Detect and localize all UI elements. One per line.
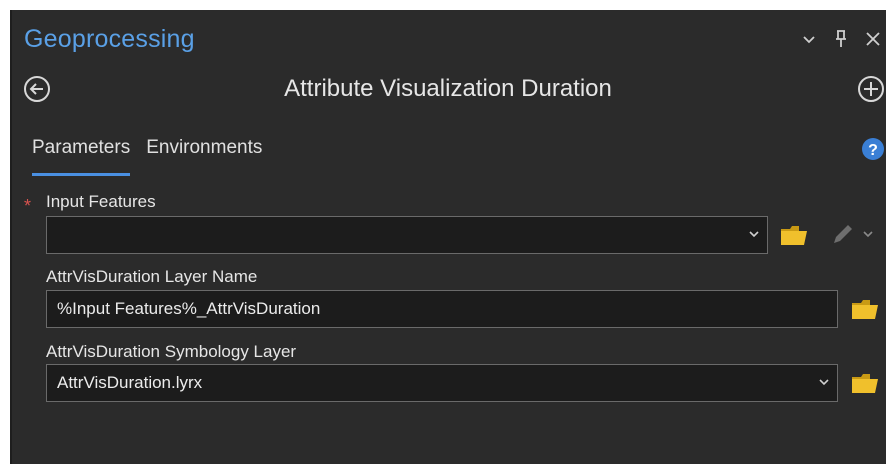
chevron-down-icon[interactable] [817,375,831,389]
svg-text:?: ? [868,142,878,159]
folder-icon[interactable] [850,371,880,395]
folder-icon[interactable] [850,297,880,321]
layer-name-input[interactable]: %Input Features%_AttrVisDuration [46,290,838,328]
tab-parameters[interactable]: Parameters [32,134,131,176]
window-controls [798,24,886,54]
help-circle-icon[interactable]: ? [860,136,886,162]
input-features-label: Input Features [46,192,156,211]
close-icon[interactable] [862,28,884,50]
add-circle-icon[interactable] [856,74,886,104]
pencil-icon[interactable] [828,223,876,247]
layer-name-value: %Input Features%_AttrVisDuration [57,299,321,318]
chevron-down-icon[interactable] [798,28,820,50]
pane-title: Geoprocessing [24,25,195,53]
screenshot-frame: Geoprocessing Attribute Visualization Du… [0,0,886,464]
tab-bar: Parameters Environments [32,134,262,176]
tab-environments[interactable]: Environments [146,134,262,170]
folder-icon[interactable] [779,223,809,247]
symbology-layer-combobox[interactable]: AttrVisDuration.lyrx [46,364,838,402]
symbology-layer-value: AttrVisDuration.lyrx [57,373,203,392]
symbology-layer-label: AttrVisDuration Symbology Layer [46,342,297,361]
chevron-down-icon[interactable] [747,227,761,241]
tool-title: Attribute Visualization Duration [284,75,612,102]
required-marker: * [24,196,32,216]
pin-icon[interactable] [830,28,852,50]
geoprocessing-pane: Geoprocessing Attribute Visualization Du… [10,10,886,464]
layer-name-label: AttrVisDuration Layer Name [46,267,258,286]
input-features-combobox[interactable] [46,216,768,254]
